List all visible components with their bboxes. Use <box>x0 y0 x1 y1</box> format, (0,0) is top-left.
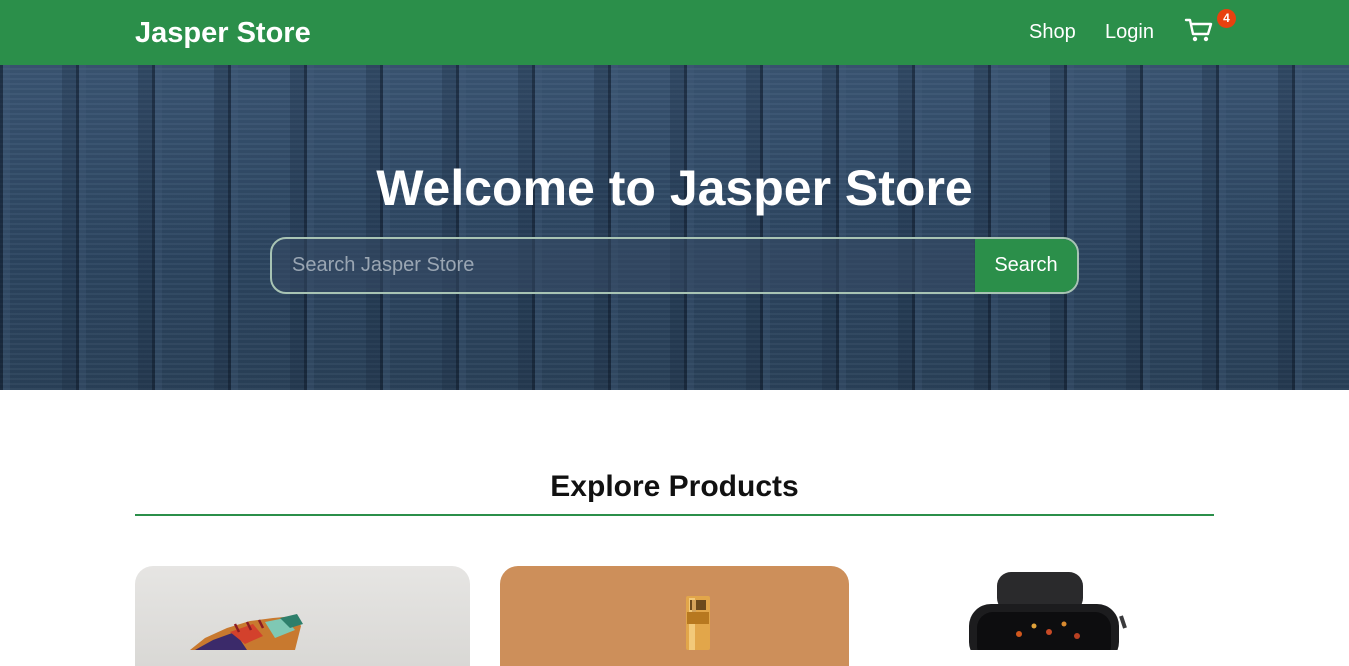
product-card-sneaker[interactable] <box>135 566 470 666</box>
smartwatch-image <box>969 572 1127 650</box>
product-card-perfume[interactable] <box>500 566 849 666</box>
cart-icon <box>1184 18 1213 42</box>
section-title-explore-products: Explore Products <box>550 470 799 503</box>
nav-link-login[interactable]: Login <box>1105 20 1154 44</box>
navbar: Jasper Store Shop Login 4 <box>0 0 1349 65</box>
product-card-smartwatch[interactable] <box>879 566 1214 666</box>
section-divider <box>135 514 1214 516</box>
brand-logo[interactable]: Jasper Store <box>135 15 311 51</box>
hero-banner: Welcome to Jasper Store Search <box>0 65 1349 390</box>
perfume-bottle-image <box>686 596 710 650</box>
search-input[interactable] <box>272 239 975 292</box>
cart-button[interactable]: 4 <box>1184 9 1236 46</box>
sneaker-image <box>190 614 303 650</box>
cart-count-badge: 4 <box>1217 9 1236 28</box>
search-button[interactable]: Search <box>975 239 1077 292</box>
nav-link-shop[interactable]: Shop <box>1029 20 1076 44</box>
search-bar: Search <box>270 237 1079 294</box>
hero-title: Welcome to Jasper Store <box>376 160 973 216</box>
